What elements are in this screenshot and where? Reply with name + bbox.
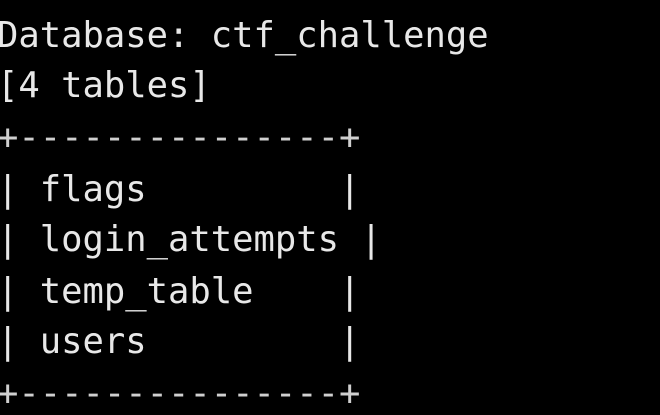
- table-top-border: +---------------+: [0, 117, 361, 158]
- table-bottom-border: +---------------+: [0, 373, 361, 414]
- table-row-flags: | flags |: [0, 169, 361, 210]
- table-row-users: | users |: [0, 321, 361, 362]
- table-count-line: [4 tables]: [0, 65, 211, 106]
- database-name-line: Database: ctf_challenge: [0, 15, 489, 56]
- table-row-temp-table: | temp_table |: [0, 271, 361, 312]
- table-row-login-attempts: | login_attempts |: [0, 219, 382, 260]
- terminal-window[interactable]: Database: ctf_challenge [4 tables] +----…: [0, 0, 660, 415]
